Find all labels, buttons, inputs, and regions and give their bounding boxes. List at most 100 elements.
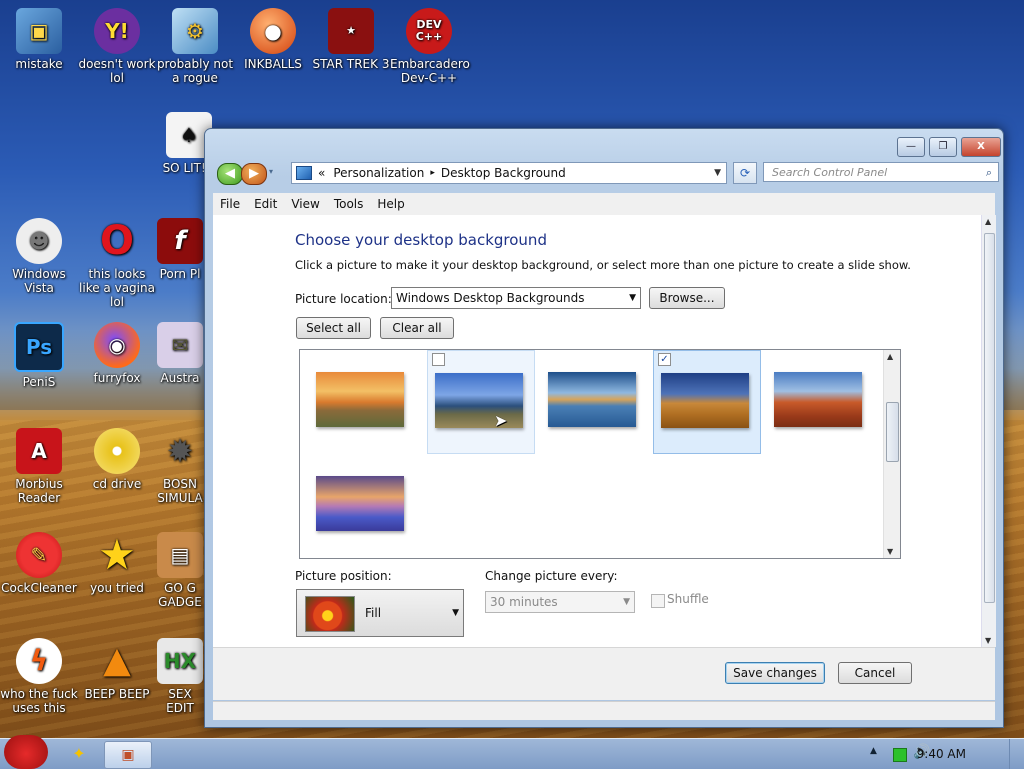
- flash-icon: f: [157, 218, 203, 264]
- clear-all-button[interactable]: Clear all: [380, 317, 454, 339]
- search-icon[interactable]: ⌕: [986, 163, 992, 183]
- thumbnail-item[interactable]: [304, 350, 412, 454]
- desktop-icon-label: this looks like a vagina lol: [79, 267, 155, 309]
- desktop-icon-beep-beep[interactable]: ▲ BEEP BEEP: [78, 638, 156, 702]
- menu-help[interactable]: Help: [370, 197, 411, 211]
- hex-editor-icon: HX: [157, 638, 203, 684]
- browse-button[interactable]: Browse...: [649, 287, 725, 309]
- scroll-down-icon[interactable]: ▼: [887, 547, 893, 556]
- minimize-button[interactable]: —: [897, 137, 925, 157]
- desktop-icon-rogue[interactable]: ⚙ probably not a rogue: [156, 8, 234, 85]
- start-button-angry-bird-icon[interactable]: [4, 735, 48, 769]
- quick-launch-item[interactable]: ✦: [62, 741, 96, 767]
- desktop-icon-furryfox[interactable]: ◉ furryfox: [78, 322, 156, 385]
- desktop-icon-label: PeniS: [22, 375, 56, 389]
- desktop-icon-label: Porn Pl: [159, 267, 201, 281]
- refresh-button[interactable]: ⟳: [733, 162, 757, 184]
- desktop-icon-windows-vista[interactable]: ☻ Windows Vista: [0, 218, 78, 295]
- taskbar-clock[interactable]: 9:40 AM: [917, 739, 966, 769]
- desktop-icon-porn[interactable]: f Porn Pl: [156, 218, 204, 281]
- gift-box-icon: ✉: [157, 322, 203, 368]
- recent-pages-icon[interactable]: ▾: [269, 167, 273, 176]
- scroll-up-icon[interactable]: ▲: [887, 352, 893, 361]
- desktop-icon-devcpp[interactable]: DEV C++ Embarcadero Dev-C++: [390, 8, 470, 85]
- desktop-icon-cd-drive[interactable]: cd drive: [78, 428, 156, 491]
- desktop-icon-you-tried[interactable]: ★ you tried: [78, 530, 156, 596]
- title-bar[interactable]: — ❐ X: [205, 129, 1003, 157]
- cancel-button[interactable]: Cancel: [838, 662, 912, 684]
- close-button[interactable]: X: [961, 137, 1001, 157]
- show-desktop-button[interactable]: [1009, 739, 1024, 769]
- save-changes-button[interactable]: Save changes: [725, 662, 825, 684]
- desktop-icon-yahoo[interactable]: Y! doesn't work lol: [78, 8, 156, 85]
- desktop-icon-label: GO G GADGE: [158, 581, 202, 609]
- desktop-icon-austra[interactable]: ✉ Austra: [156, 322, 204, 385]
- desktop-icon-label: BOSN SIMULA: [157, 477, 203, 505]
- menu-tools[interactable]: Tools: [327, 197, 371, 211]
- desktop-icon-label: STAR TREK 3: [312, 57, 390, 71]
- position-preview-image: [305, 596, 355, 632]
- thumbnail-checkbox[interactable]: [432, 353, 445, 366]
- star-icon: ★: [98, 530, 136, 579]
- gallery-scroll-thumb[interactable]: [886, 402, 899, 462]
- desktop-icon-sex-edit[interactable]: HX SEX EDIT: [156, 638, 204, 715]
- content-scroll-thumb[interactable]: [984, 233, 995, 603]
- picture-position-select[interactable]: Fill ▼: [296, 589, 464, 637]
- content-scrollbar[interactable]: ▲ ▼: [981, 215, 996, 647]
- content-pane: Choose your desktop background Click a p…: [213, 215, 981, 647]
- thumbnail-item[interactable]: ✓: [653, 350, 761, 454]
- breadcrumb-desktop-background[interactable]: Desktop Background: [441, 166, 566, 180]
- refresh-icon: ⟳: [739, 166, 751, 180]
- thumbnail-hay-bale: [661, 373, 749, 428]
- desktop-icon-label: you tried: [90, 581, 144, 595]
- desktop-icon-cockcleaner[interactable]: ✎ CockCleaner: [0, 532, 78, 595]
- tray-expand-icon[interactable]: ▲: [870, 746, 877, 756]
- desktop-icon-inkballs[interactable]: ● INKBALLS: [234, 8, 312, 71]
- desktop-background-window: — ❐ X ◀ ▶ ▾ « Personalization ▸ Desktop …: [204, 128, 1004, 728]
- breadcrumb-prefix: «: [318, 166, 326, 180]
- change-picture-interval-select[interactable]: 30 minutes ▼: [485, 591, 635, 613]
- desktop-icon-label: Morbius Reader: [15, 477, 63, 505]
- folder-icon: ✦: [72, 744, 86, 763]
- desktop-icon-morbius-reader[interactable]: A Morbius Reader: [0, 428, 78, 505]
- search-placeholder: Search Control Panel: [772, 166, 888, 179]
- desktop-icon-opera[interactable]: O this looks like a vagina lol: [78, 218, 156, 309]
- thumbnail-item[interactable]: [304, 454, 412, 558]
- search-input[interactable]: Search Control Panel ⌕: [763, 162, 999, 182]
- firefox-icon: ◉: [94, 322, 140, 368]
- desktop-icon-mistake[interactable]: ▣ mistake: [0, 8, 78, 71]
- desktop-icon-bosn[interactable]: ✹ BOSN SIMULA: [156, 428, 204, 505]
- thumbnail-item[interactable]: [540, 350, 648, 454]
- breadcrumb-separator[interactable]: ▸: [430, 168, 435, 178]
- desktop-icon-who-uses-this[interactable]: ϟ who the fuck uses this: [0, 638, 78, 715]
- scroll-down-icon[interactable]: ▼: [985, 636, 991, 645]
- thumbnail-item[interactable]: ➤: [427, 350, 535, 454]
- menu-edit[interactable]: Edit: [247, 197, 284, 211]
- breadcrumb-personalization[interactable]: Personalization: [333, 166, 424, 180]
- desktop-icon-star-trek[interactable]: ★ STAR TREK 3: [312, 8, 390, 71]
- control-panel-icon: [296, 166, 312, 180]
- forward-button[interactable]: ▶: [241, 163, 267, 185]
- desktop-icon-penis[interactable]: Ps PeniS: [0, 322, 78, 389]
- forward-arrow-icon: ▶: [249, 166, 259, 181]
- thumbnail-checkbox[interactable]: ✓: [658, 353, 671, 366]
- picture-gallery: ➤ ✓ ▲ ▼: [299, 349, 901, 559]
- shuffle-checkbox[interactable]: [651, 594, 665, 608]
- opera-icon: O: [99, 218, 134, 264]
- thumbnail-sunset-fence: [316, 372, 404, 427]
- gallery-scrollbar[interactable]: ▲ ▼: [883, 350, 900, 558]
- menu-view[interactable]: View: [284, 197, 326, 211]
- taskbar-window-button[interactable]: ▣: [104, 741, 152, 769]
- network-icon[interactable]: [893, 748, 907, 762]
- menu-file[interactable]: File: [213, 197, 247, 211]
- picture-location-select[interactable]: Windows Desktop Backgrounds ▼: [391, 287, 641, 309]
- back-button[interactable]: ◀: [217, 163, 243, 185]
- address-dropdown-icon[interactable]: ▼: [714, 168, 721, 178]
- select-all-button[interactable]: Select all: [296, 317, 371, 339]
- address-bar[interactable]: « Personalization ▸ Desktop Background ▼: [291, 162, 727, 184]
- desktop-icon-gadgets[interactable]: ▤ GO G GADGE: [156, 532, 204, 609]
- maximize-button[interactable]: ❐: [929, 137, 957, 157]
- mouse-cursor-icon: ➤: [494, 411, 508, 430]
- scroll-up-icon[interactable]: ▲: [985, 217, 991, 226]
- thumbnail-item[interactable]: [766, 350, 874, 454]
